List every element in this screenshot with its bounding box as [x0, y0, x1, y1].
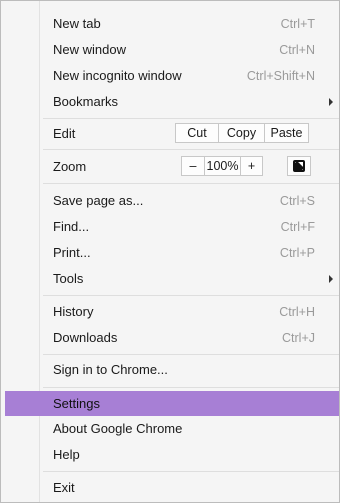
menu-item-shortcut: Ctrl+P	[279, 245, 315, 260]
edit-button-group: Cut Copy Paste	[175, 123, 309, 143]
menu-item-shortcut: Ctrl+N	[279, 42, 315, 57]
menu-item-zoom: Zoom – 100% +	[43, 154, 339, 179]
menu-item-help[interactable]: Help	[43, 442, 339, 467]
menu-item-shortcut: Ctrl+S	[279, 193, 315, 208]
menu-item-label: Zoom	[53, 159, 87, 174]
menu-item-shortcut: Ctrl+Shift+N	[246, 68, 315, 83]
menu-item-print[interactable]: Print... Ctrl+P	[43, 240, 339, 265]
menu-item-label: New window	[53, 42, 126, 57]
menu-item-label: History	[53, 304, 94, 319]
paste-button[interactable]: Paste	[265, 123, 309, 143]
menu-item-exit[interactable]: Exit	[43, 475, 339, 500]
menu-item-about-chrome[interactable]: About Google Chrome	[43, 416, 339, 441]
menu-item-new-tab[interactable]: New tab Ctrl+T	[43, 11, 339, 36]
zoom-in-button[interactable]: +	[241, 156, 263, 176]
chrome-main-menu: New tab Ctrl+T New window Ctrl+N New inc…	[0, 0, 340, 503]
fullscreen-button-wrapper	[287, 156, 311, 176]
menu-item-save-page-as[interactable]: Save page as... Ctrl+S	[43, 188, 339, 213]
menu-item-edit: Edit Cut Copy Paste	[43, 121, 339, 146]
menu-item-label: Bookmarks	[53, 94, 119, 109]
menu-item-label: New tab	[53, 16, 101, 31]
menu-item-label: Print...	[53, 245, 91, 260]
menu-item-bookmarks[interactable]: Bookmarks	[43, 89, 339, 114]
copy-button[interactable]: Copy	[219, 123, 265, 143]
chevron-right-icon	[329, 98, 333, 106]
menu-separator	[43, 387, 339, 388]
menu-item-shortcut: Ctrl+H	[279, 304, 315, 319]
menu-item-label: Find...	[53, 219, 90, 234]
menu-item-shortcut: Ctrl+J	[282, 330, 315, 345]
menu-separator	[43, 295, 339, 296]
menu-separator	[43, 183, 339, 184]
menu-item-label: Help	[53, 447, 80, 462]
menu-separator	[43, 149, 339, 150]
icon-gutter-divider	[39, 1, 40, 502]
menu-item-downloads[interactable]: Downloads Ctrl+J	[43, 325, 339, 350]
menu-item-label: Save page as...	[53, 193, 144, 208]
zoom-level-display: 100%	[205, 156, 241, 176]
zoom-out-button[interactable]: –	[181, 156, 205, 176]
menu-item-label: Exit	[53, 480, 75, 495]
menu-item-shortcut: Ctrl+T	[280, 16, 315, 31]
cut-button[interactable]: Cut	[175, 123, 219, 143]
menu-item-label: Tools	[53, 271, 84, 286]
menu-item-new-window[interactable]: New window Ctrl+N	[43, 37, 339, 62]
menu-separator	[43, 471, 339, 472]
menu-item-shortcut: Ctrl+F	[280, 219, 315, 234]
menu-separator	[43, 118, 339, 119]
menu-separator	[43, 354, 339, 355]
menu-item-label: Sign in to Chrome...	[53, 362, 168, 377]
menu-item-label: Settings	[53, 396, 100, 411]
fullscreen-icon	[293, 160, 305, 172]
menu-item-history[interactable]: History Ctrl+H	[43, 299, 339, 324]
chevron-right-icon	[329, 275, 333, 283]
menu-item-tools[interactable]: Tools	[43, 266, 339, 291]
menu-item-new-incognito-window[interactable]: New incognito window Ctrl+Shift+N	[43, 63, 339, 88]
menu-item-sign-in[interactable]: Sign in to Chrome...	[43, 357, 339, 382]
menu-item-label: New incognito window	[53, 68, 182, 83]
menu-item-label: Downloads	[53, 330, 118, 345]
fullscreen-button[interactable]	[287, 156, 311, 176]
menu-item-settings[interactable]: Settings	[5, 391, 339, 416]
menu-item-find[interactable]: Find... Ctrl+F	[43, 214, 339, 239]
zoom-control-group: – 100% +	[181, 156, 263, 176]
menu-item-label: Edit	[53, 126, 76, 141]
menu-item-label: About Google Chrome	[53, 421, 183, 436]
